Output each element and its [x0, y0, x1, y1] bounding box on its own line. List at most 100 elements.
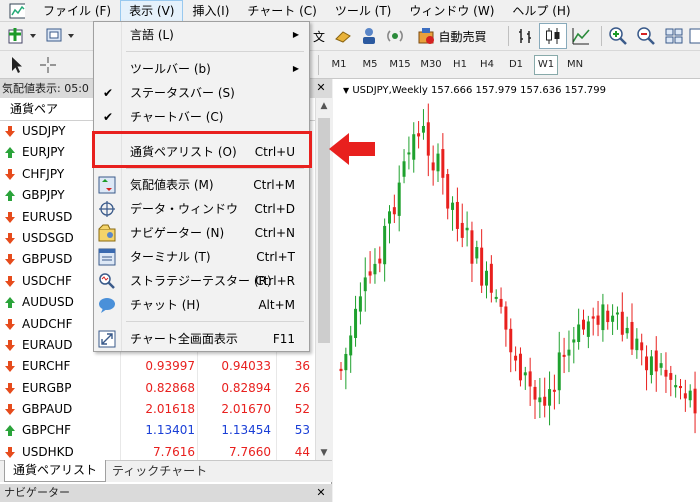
menu-item-status-bar[interactable]: ✔ ステータスバー (S)	[94, 81, 309, 105]
candle-body	[421, 125, 425, 133]
candle-body	[586, 321, 590, 337]
close-icon[interactable]: ✕	[314, 486, 328, 500]
symbol-cell: EURUSD	[22, 209, 73, 224]
bid-cell: 0.82868	[145, 380, 195, 395]
chart-window[interactable]: ▼ USDJPY,Weekly 157.666 157.979 157.636 …	[333, 79, 700, 502]
candle-body	[402, 161, 406, 177]
tab-symbols[interactable]: 通貨ペアリスト	[4, 460, 107, 482]
market-watch-icon	[98, 176, 116, 194]
bar-chart-button[interactable]	[513, 25, 537, 47]
candle-body	[451, 202, 455, 210]
symbol-cell: AUDUSD	[22, 295, 74, 310]
timeframe-m5[interactable]: M5	[357, 55, 383, 75]
new-chart-icon	[8, 28, 36, 44]
menu-item-data-window[interactable]: データ・ウィンドウ Ctrl+D	[94, 197, 309, 221]
menu-item-label: 言語 (L)	[130, 28, 174, 42]
scroll-chart-button[interactable]	[688, 25, 700, 47]
window-system-menu[interactable]	[0, 0, 34, 22]
cursor-icon	[12, 57, 22, 73]
column-divider	[276, 356, 277, 378]
symbol-cell: EURAUD	[22, 337, 73, 352]
menu-window[interactable]: ウィンドウ (W)	[400, 0, 503, 22]
menu-item-label: データ・ウィンドウ	[130, 202, 239, 216]
timeframe-h1[interactable]: H1	[449, 55, 471, 75]
candle-body	[533, 386, 537, 400]
menu-item-shortcut: Ctrl+D	[254, 202, 295, 216]
timeframe-m30[interactable]: M30	[417, 55, 445, 75]
table-row[interactable]: GBPCHF 1.13401 1.13454 53	[0, 420, 315, 442]
timeframe-h4[interactable]: H4	[476, 55, 498, 75]
submenu-arrow-icon: ▶	[292, 64, 299, 73]
autotrade-button[interactable]: 自動売買	[412, 25, 492, 47]
candle-body	[611, 315, 615, 322]
candle-body	[523, 372, 527, 376]
timeframe-mn[interactable]: MN	[562, 55, 588, 75]
meta-editor-button[interactable]	[358, 25, 380, 47]
column-divider	[197, 420, 198, 442]
tile-windows-icon	[665, 28, 683, 44]
menu-chart[interactable]: チャート (C)	[238, 0, 325, 22]
menu-item-shortcut: F11	[272, 332, 295, 346]
symbol-cell: GBPAUD	[22, 402, 73, 417]
menu-help[interactable]: ヘルプ (H)	[503, 0, 579, 22]
down-arrow-icon	[5, 211, 15, 223]
menu-item-language[interactable]: 言語 (L) ▶	[94, 23, 309, 47]
menu-item-navigator[interactable]: ナビゲーター (N) Ctrl+N	[94, 221, 309, 245]
column-header-symbol[interactable]: 通貨ペア	[10, 98, 58, 120]
candle-body	[470, 230, 474, 264]
zoom-out-button[interactable]	[634, 25, 658, 47]
toolbar-partial-text[interactable]: 文	[310, 26, 328, 46]
crosshair-icon	[99, 201, 115, 217]
tile-windows-button[interactable]	[662, 25, 686, 47]
timeframe-w1[interactable]: W1	[534, 55, 558, 75]
menu-view[interactable]: 表示 (V)	[120, 0, 184, 22]
line-chart-icon	[572, 28, 590, 45]
menu-item-market-watch[interactable]: 気配値表示 (M) Ctrl+M	[94, 173, 309, 197]
timeframe-d1[interactable]: D1	[505, 55, 527, 75]
candle-body	[674, 385, 678, 388]
timeframe-m1[interactable]: M1	[326, 55, 352, 75]
line-chart-button[interactable]	[569, 25, 593, 47]
menu-item-chat[interactable]: チャット (H) Alt+M	[94, 293, 309, 317]
ask-cell: 0.94033	[221, 359, 271, 374]
new-chart-button[interactable]	[6, 26, 40, 46]
menu-item-strategy-tester[interactable]: ストラテジーテスター (R) Ctrl+R	[94, 269, 309, 293]
candlestick-button[interactable]	[539, 23, 567, 49]
profiles-button[interactable]	[44, 26, 78, 46]
tab-tick-chart[interactable]: ティックチャート	[104, 461, 215, 481]
checkmark-icon: ✔	[103, 86, 114, 100]
candle-body	[514, 355, 518, 361]
scroll-up-icon[interactable]: ▲	[316, 98, 332, 115]
timeframe-m15[interactable]: M15	[386, 55, 414, 75]
bid-cell: 2.01618	[145, 402, 195, 417]
signals-button[interactable]	[384, 25, 406, 47]
candle-body	[664, 369, 668, 377]
close-icon[interactable]: ✕	[314, 81, 328, 95]
candlestick-chart[interactable]	[333, 79, 700, 502]
menu-tools[interactable]: ツール (T)	[326, 0, 401, 22]
menu-item-terminal[interactable]: ターミナル (T) Ctrl+T	[94, 245, 309, 269]
toolbar-separator	[508, 26, 509, 46]
menu-item-fullscreen[interactable]: チャート全画面表示 F11	[94, 327, 309, 351]
candle-body	[572, 339, 576, 343]
down-arrow-icon	[5, 275, 15, 287]
column-divider	[120, 356, 121, 378]
table-row[interactable]: EURCHF 0.93997 0.94033 36	[0, 356, 315, 378]
cursor-tool-button[interactable]	[7, 55, 27, 75]
menu-item-chart-bar[interactable]: ✔ チャートバー (C)	[94, 105, 309, 129]
candle-body	[499, 298, 503, 307]
navigator-title: ナビゲーター	[0, 484, 332, 502]
candle-body	[354, 308, 358, 338]
history-center-button[interactable]	[332, 25, 354, 47]
menu-item-toolbars[interactable]: ツールバー (b) ▶	[94, 57, 309, 81]
table-row[interactable]: EURGBP 0.82868 0.82894 26	[0, 377, 315, 400]
candle-body	[606, 310, 610, 323]
menu-file[interactable]: ファイル (F)	[34, 0, 120, 22]
crosshair-tool-button[interactable]	[36, 55, 60, 75]
table-row[interactable]: GBPAUD 2.01618 2.01670 52	[0, 399, 315, 421]
profiles-icon	[46, 28, 74, 42]
candle-body	[475, 247, 479, 259]
candle-body	[693, 388, 697, 414]
zoom-in-button[interactable]	[606, 25, 630, 47]
menu-insert[interactable]: 挿入(I)	[183, 0, 238, 22]
